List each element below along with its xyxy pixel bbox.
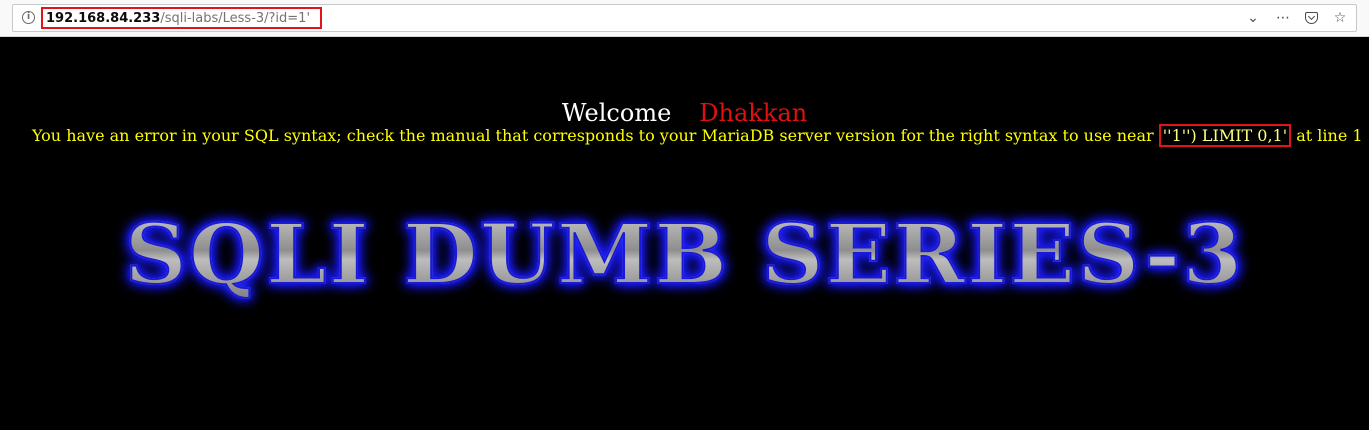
welcome-line: Welcome Dhakkan bbox=[0, 99, 1369, 127]
url-text[interactable]: 192.168.84.233/sqli-labs/Less-3/?id=1' bbox=[46, 11, 310, 26]
user-name: Dhakkan bbox=[699, 99, 808, 127]
series-title-image: SQLI DUMB SERIES-3 bbox=[0, 206, 1369, 304]
sql-error-message: You have an error in your SQL syntax; ch… bbox=[32, 124, 1363, 147]
more-icon[interactable]: ⋯ bbox=[1275, 10, 1291, 26]
url-host: 192.168.84.233 bbox=[46, 11, 161, 26]
page-content: Welcome Dhakkan You have an error in your… bbox=[0, 37, 1369, 430]
chevron-down-icon[interactable]: ⌄ bbox=[1245, 10, 1261, 26]
url-path: /sqli-labs/Less-3/?id=1' bbox=[160, 11, 311, 26]
browser-toolbar: i 192.168.84.233/sqli-labs/Less-3/?id=1'… bbox=[0, 0, 1369, 37]
pocket-icon[interactable] bbox=[1305, 12, 1318, 24]
welcome-text: Welcome bbox=[561, 99, 672, 127]
error-suffix: at line 1 bbox=[1291, 126, 1363, 145]
error-prefix: You have an error in your SQL syntax; ch… bbox=[32, 126, 1159, 145]
info-icon[interactable]: i bbox=[22, 11, 35, 24]
address-bar-actions: ⌄ ⋯ ☆ bbox=[1245, 10, 1348, 26]
star-icon[interactable]: ☆ bbox=[1332, 10, 1348, 26]
address-bar[interactable]: i 192.168.84.233/sqli-labs/Less-3/?id=1'… bbox=[12, 4, 1357, 32]
error-highlight: ''1'') LIMIT 0,1' bbox=[1158, 124, 1292, 147]
